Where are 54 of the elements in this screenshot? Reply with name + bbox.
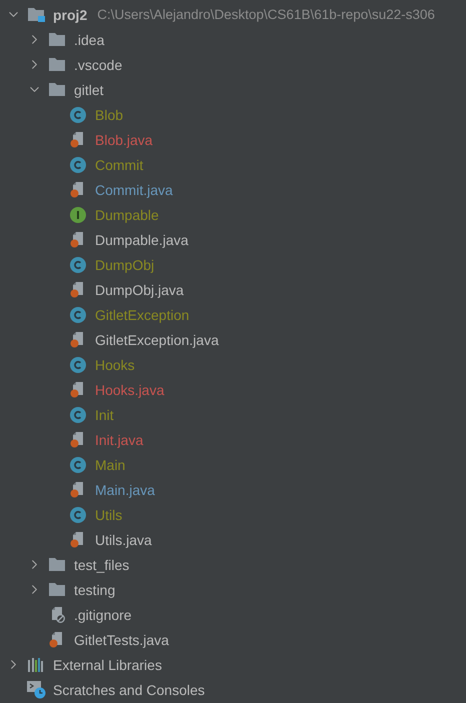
tree-item-label[interactable]: Dumpable xyxy=(95,206,159,222)
tree-item-label[interactable]: External Libraries xyxy=(53,656,162,672)
tree-item-label[interactable]: Utils xyxy=(95,506,122,522)
tree-item-label[interactable]: Main.java xyxy=(95,482,155,498)
tree-item-label[interactable]: Utils.java xyxy=(95,532,152,548)
tree-item-label[interactable]: Commit xyxy=(95,156,144,172)
ignored-file-icon xyxy=(49,606,65,623)
tree-item-label[interactable]: DumpObj.java xyxy=(95,282,184,298)
class-icon xyxy=(70,156,86,172)
folder-icon xyxy=(48,82,66,97)
java-file-icon xyxy=(70,231,86,248)
project-folder-icon xyxy=(27,7,45,22)
tree-item-label[interactable]: test_files xyxy=(74,556,130,572)
tree-item-label[interactable]: GitletException.java xyxy=(95,332,219,348)
interface-icon xyxy=(70,206,86,222)
tree-item-label[interactable]: .idea xyxy=(74,32,104,48)
tree-item-label[interactable]: Hooks xyxy=(95,356,135,372)
folder-icon xyxy=(48,32,66,47)
class-icon xyxy=(70,256,86,272)
class-icon xyxy=(70,106,86,122)
tree-item-label[interactable]: testing xyxy=(74,582,116,598)
java-file-icon xyxy=(70,531,86,548)
class-icon xyxy=(70,356,86,372)
java-file-icon xyxy=(70,431,86,448)
java-file-icon xyxy=(70,481,86,498)
tree-item-label[interactable]: proj2 xyxy=(53,6,88,22)
java-file-icon xyxy=(70,331,86,348)
class-icon xyxy=(70,406,86,422)
folder-icon xyxy=(48,582,66,597)
tree-item-label[interactable]: GitletException xyxy=(95,306,190,322)
class-icon xyxy=(70,456,86,472)
folder-icon xyxy=(48,57,66,72)
tree-item-label[interactable]: Dumpable.java xyxy=(95,232,188,248)
tree-item-label[interactable]: Init xyxy=(95,406,114,422)
tree-item-label[interactable]: Commit.java xyxy=(95,182,173,198)
class-icon xyxy=(70,306,86,322)
java-file-icon xyxy=(70,181,86,198)
folder-icon xyxy=(48,557,66,572)
libraries-icon xyxy=(27,657,45,672)
java-file-icon xyxy=(70,381,86,398)
scratches-icon xyxy=(26,680,46,698)
tree-item-label[interactable]: .gitignore xyxy=(74,606,132,622)
tree-item-label[interactable]: DumpObj xyxy=(95,256,154,272)
tree-item-label[interactable]: Main xyxy=(95,456,126,472)
java-file-icon xyxy=(70,281,86,298)
tree-item-label[interactable]: GitletTests.java xyxy=(74,632,169,648)
java-file-icon xyxy=(49,631,65,648)
tree-item-label[interactable]: gitlet xyxy=(74,82,104,98)
tree-item-label[interactable]: Blob xyxy=(95,106,124,122)
tree-item-label[interactable]: .vscode xyxy=(74,56,122,72)
class-icon xyxy=(70,506,86,522)
java-file-icon xyxy=(70,131,86,148)
tree-item-label[interactable]: Scratches and Consoles xyxy=(53,682,205,698)
project-path: C:\Users\Alejandro\Desktop\CS61B\61b-repo\su22-s306 xyxy=(97,7,435,22)
